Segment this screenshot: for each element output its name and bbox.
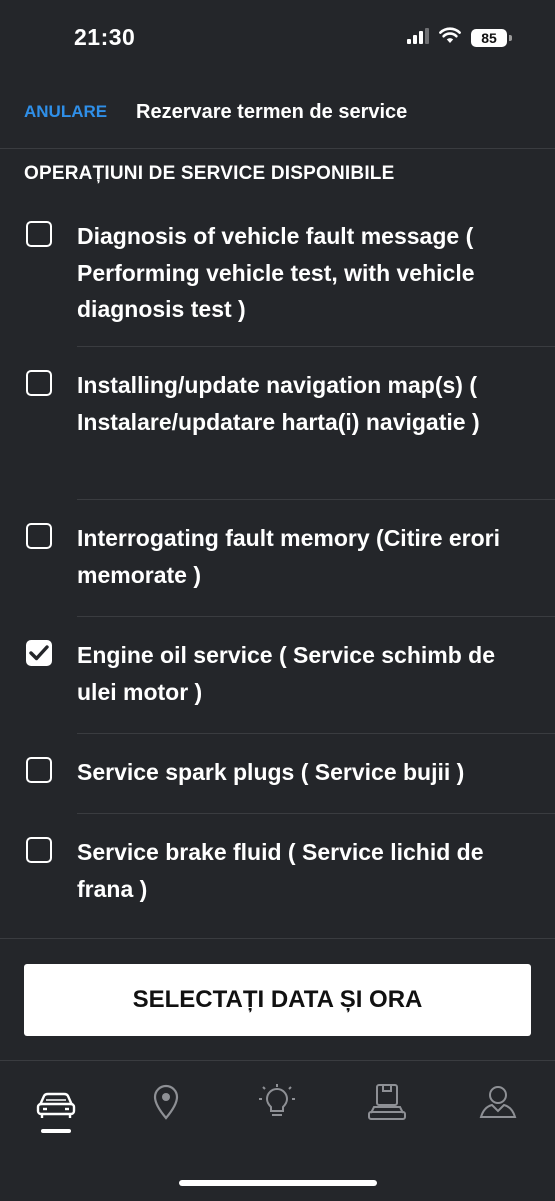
service-item-spark-plugs[interactable]: Service spark plugs ( Service bujii ) bbox=[0, 734, 555, 814]
status-icons: 85 bbox=[407, 27, 512, 49]
service-item-diagnosis[interactable]: Diagnosis of vehicle fault message ( Per… bbox=[0, 198, 555, 347]
service-item-brake-fluid[interactable]: Service brake fluid ( Service lichid de … bbox=[0, 814, 555, 932]
checkmark-icon bbox=[29, 645, 49, 661]
active-tab-indicator bbox=[41, 1129, 71, 1133]
tab-profile[interactable] bbox=[468, 1083, 528, 1127]
car-service-icon bbox=[368, 1084, 406, 1120]
service-item-fault-memory[interactable]: Interrogating fault memory (Citire erori… bbox=[0, 500, 555, 617]
signal-icon bbox=[407, 27, 429, 49]
section-title: OPERAȚIUNI DE SERVICE DISPONIBILE bbox=[24, 163, 395, 184]
status-time: 21:30 bbox=[74, 24, 136, 50]
select-date-time-button[interactable]: SELECTAȚI DATA ȘI ORA bbox=[24, 964, 531, 1036]
service-label: Engine oil service ( Service schimb de u… bbox=[77, 642, 496, 705]
tab-tips[interactable] bbox=[247, 1083, 307, 1127]
tab-map[interactable] bbox=[136, 1083, 196, 1127]
service-item-navigation-map[interactable]: Installing/update navigation map(s) ( In… bbox=[0, 347, 555, 500]
home-indicator bbox=[179, 1180, 377, 1186]
checkbox[interactable] bbox=[26, 370, 52, 396]
battery-icon: 85 bbox=[471, 29, 512, 47]
service-label: Installing/update navigation map(s) ( In… bbox=[77, 372, 480, 435]
bottom-action-area: SELECTAȚI DATA ȘI ORA bbox=[0, 938, 555, 1061]
service-label: Service brake fluid ( Service lichid de … bbox=[77, 839, 484, 902]
status-bar: 21:30 85 bbox=[0, 0, 555, 76]
profile-icon bbox=[479, 1086, 517, 1118]
checkbox[interactable] bbox=[26, 757, 52, 783]
page-title: Rezervare termen de service bbox=[136, 101, 408, 123]
checkbox[interactable] bbox=[26, 221, 52, 247]
location-pin-icon bbox=[153, 1084, 179, 1120]
service-label: Service spark plugs ( Service bujii ) bbox=[77, 759, 465, 785]
checkbox[interactable] bbox=[26, 523, 52, 549]
cancel-button[interactable]: ANULARE bbox=[24, 102, 107, 122]
checkbox[interactable] bbox=[26, 837, 52, 863]
navigation-header: ANULARE Rezervare termen de service bbox=[0, 76, 555, 149]
lightbulb-icon bbox=[259, 1084, 295, 1116]
tab-service[interactable] bbox=[357, 1083, 417, 1127]
service-label: Interrogating fault memory (Citire erori… bbox=[77, 525, 501, 588]
tab-vehicle[interactable] bbox=[26, 1083, 86, 1127]
service-item-engine-oil[interactable]: Engine oil service ( Service schimb de u… bbox=[0, 617, 555, 734]
service-label: Diagnosis of vehicle fault message ( Per… bbox=[77, 223, 475, 322]
wifi-icon bbox=[439, 27, 461, 49]
car-icon bbox=[36, 1092, 76, 1118]
service-list: Diagnosis of vehicle fault message ( Per… bbox=[0, 198, 555, 932]
checkbox-checked[interactable] bbox=[26, 640, 52, 666]
